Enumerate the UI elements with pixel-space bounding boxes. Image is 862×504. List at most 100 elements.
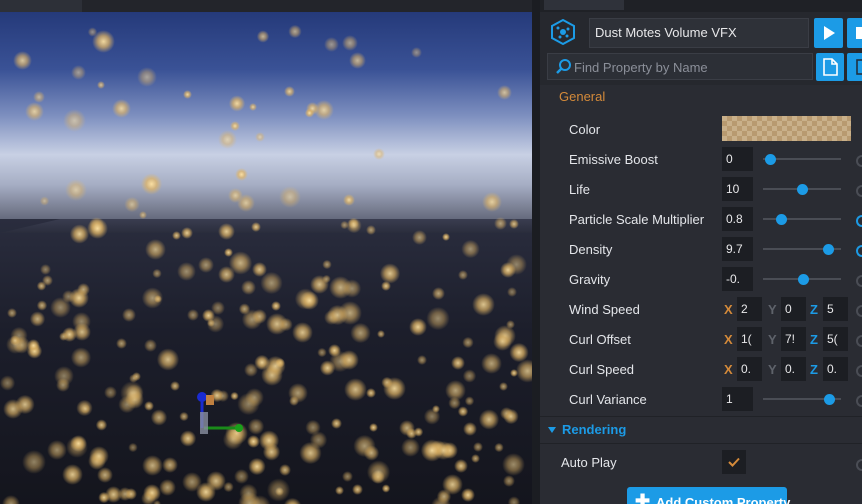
property-row-density: Density 9.7: [540, 234, 862, 264]
section-header-rendering[interactable]: Rendering: [540, 418, 862, 442]
axis-x-label: X: [724, 332, 733, 347]
viewport-tab-bar: [0, 0, 532, 12]
vector-y-input[interactable]: 7!: [781, 327, 806, 351]
property-row-life: Life 10: [540, 174, 862, 204]
section-header-general[interactable]: General: [559, 89, 605, 104]
reset-icon[interactable]: [856, 305, 862, 317]
vector-y-input[interactable]: 0.: [781, 357, 806, 381]
dust-mote: [141, 490, 157, 504]
number-input[interactable]: 0: [722, 147, 753, 171]
transform-gizmo[interactable]: [194, 388, 254, 438]
documentation-button[interactable]: [816, 53, 844, 81]
vector-y-input[interactable]: 0: [781, 297, 806, 321]
dust-mote: [266, 478, 291, 502]
axis-z-label: Z: [810, 302, 818, 317]
auto-play-checkbox[interactable]: [722, 450, 746, 474]
copy-properties-button[interactable]: [847, 53, 862, 81]
copy-icon: [856, 59, 862, 75]
vector-z-input[interactable]: 5(: [823, 327, 848, 351]
reset-icon[interactable]: [856, 245, 862, 257]
stop-preview-button[interactable]: [847, 18, 862, 48]
dust-mote: [104, 485, 122, 503]
dust-mote: [12, 50, 32, 71]
number-input[interactable]: 10: [722, 177, 753, 201]
dust-mote: [143, 400, 154, 411]
dust-mote: [309, 431, 328, 449]
dust-mote: [206, 315, 225, 333]
slider-track[interactable]: [763, 218, 841, 220]
dust-mote: [381, 484, 391, 493]
dust-mote: [145, 239, 166, 260]
dust-mote: [87, 27, 97, 37]
reset-icon[interactable]: [856, 155, 862, 167]
play-preview-button[interactable]: [814, 18, 843, 48]
object-name-field[interactable]: Dust Motes Volume VFX: [589, 18, 809, 48]
vector-x-input[interactable]: 2: [737, 297, 762, 321]
dust-mote: [472, 292, 495, 316]
slider-handle[interactable]: [775, 214, 787, 225]
panel-divider[interactable]: [532, 0, 540, 504]
dust-mote: [461, 336, 474, 349]
dust-mote: [71, 311, 91, 331]
reset-icon[interactable]: [856, 459, 862, 471]
number-input[interactable]: 1: [722, 387, 753, 411]
search-icon: [556, 59, 571, 74]
dust-mote: [304, 108, 315, 118]
viewport-tab[interactable]: [0, 0, 82, 12]
checkmark-icon: [728, 457, 740, 467]
color-swatch[interactable]: [722, 116, 851, 141]
slider-handle[interactable]: [765, 154, 776, 165]
document-icon: [823, 58, 838, 76]
dust-mote: [218, 130, 237, 149]
axis-y-label: Y: [768, 332, 777, 347]
dust-mote: [458, 270, 468, 281]
dust-mote: [515, 359, 532, 383]
reset-icon[interactable]: [856, 395, 862, 407]
dust-mote: [217, 265, 236, 283]
reset-icon[interactable]: [856, 275, 862, 287]
property-label: Wind Speed: [569, 302, 640, 317]
add-custom-property-button[interactable]: ✚ Add Custom Property: [627, 487, 790, 504]
slider-handle[interactable]: [796, 184, 808, 195]
dust-mote: [324, 37, 339, 52]
number-input[interactable]: 0.8: [722, 207, 753, 231]
scene-viewport[interactable]: [0, 0, 532, 504]
dust-mote: [124, 196, 140, 213]
dust-mote: [509, 219, 519, 229]
vector-x-input[interactable]: 0.: [737, 357, 762, 381]
dust-mote: [445, 380, 467, 401]
reset-icon[interactable]: [856, 365, 862, 377]
dust-mote: [156, 348, 180, 371]
dust-mote: [453, 458, 468, 474]
dust-mote: [463, 422, 477, 437]
slider-handle[interactable]: [823, 244, 835, 255]
number-input[interactable]: 9.7: [722, 237, 753, 261]
vector-z-input[interactable]: 5: [823, 297, 848, 321]
axis-z-label: Z: [810, 332, 818, 347]
reset-icon[interactable]: [856, 215, 862, 227]
dust-mote: [506, 286, 517, 297]
property-search[interactable]: Find Property by Name: [547, 53, 813, 80]
dust-mote: [262, 443, 280, 461]
dust-mote: [230, 121, 240, 131]
vector-z-input[interactable]: 0.: [823, 357, 848, 381]
dust-mote: [464, 396, 475, 406]
dust-mote: [176, 261, 196, 281]
dust-mote: [471, 453, 481, 463]
reset-icon[interactable]: [856, 335, 862, 347]
dust-mote: [417, 355, 427, 365]
search-input[interactable]: Find Property by Name: [574, 60, 708, 75]
dust-mote: [382, 376, 407, 400]
properties-tab[interactable]: [544, 0, 624, 10]
dust-mote: [284, 86, 295, 97]
property-row-curl-variance: Curl Variance 1: [540, 384, 862, 414]
reset-icon[interactable]: [856, 185, 862, 197]
number-input[interactable]: -0.: [722, 267, 753, 291]
dust-mote: [162, 457, 178, 473]
dust-mote: [279, 186, 301, 208]
slider-handle[interactable]: [824, 394, 836, 405]
slider-handle[interactable]: [798, 274, 809, 285]
dust-mote: [500, 261, 517, 278]
dust-mote: [344, 378, 367, 401]
vector-x-input[interactable]: 1(: [737, 327, 762, 351]
